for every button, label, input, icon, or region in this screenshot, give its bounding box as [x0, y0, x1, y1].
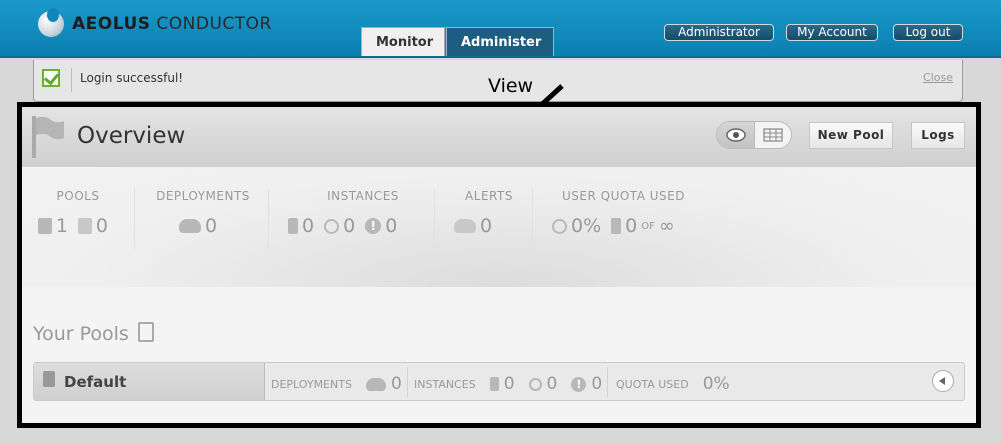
pool-quota: QUOTA USED 0%	[616, 374, 730, 394]
stat-alerts: ALERTS 0	[454, 189, 524, 237]
stat-alerts-label: ALERTS	[465, 189, 513, 203]
pool-row[interactable]: Default DEPLOYMENTS 0 INSTANCES 0 0 ! 0 …	[33, 362, 965, 401]
pool-icon	[43, 371, 55, 387]
pools-section: Your Pools Default DEPLOYMENTS 0 INSTANC…	[22, 287, 976, 423]
cloud-icon	[178, 219, 201, 233]
aeolus-logo[interactable]: AEOLUS CONDUCTOR	[38, 8, 272, 37]
stat-divider	[134, 189, 135, 249]
quota-gauge-icon	[552, 218, 567, 234]
overview-panel: Overview New Pool Logs POOLS 1 0 DEPLOYM…	[17, 102, 981, 428]
instance-running-icon	[288, 218, 298, 234]
stat-deployments-values: 0	[148, 215, 258, 237]
stat-quota-count: 0	[625, 215, 638, 237]
stat-divider	[268, 189, 269, 249]
pool-stat-divider	[407, 367, 408, 397]
overview-toolbar: Overview New Pool Logs	[22, 107, 976, 167]
pool-instances-failed: 0	[591, 374, 603, 394]
stat-instances-pending: 0	[343, 215, 356, 237]
logout-button[interactable]: Log out	[893, 24, 963, 41]
stat-pools-empty-count: 0	[95, 215, 108, 237]
top-header: AEOLUS CONDUCTOR Monitor Administer Admi…	[0, 0, 1001, 58]
pool-instances: INSTANCES 0 0 ! 0	[414, 374, 602, 394]
stat-instances-running: 0	[302, 215, 315, 237]
stat-instances: INSTANCES 0 0 ! 0	[288, 189, 438, 237]
pool-name-cell[interactable]: Default	[34, 363, 265, 400]
stat-pools-label: POOLS	[56, 189, 100, 203]
stat-deployments-label: DEPLOYMENTS	[156, 189, 250, 203]
stat-pools-count: 1	[55, 215, 68, 237]
pool-deployments-label: DEPLOYMENTS	[271, 377, 352, 391]
pools-section-title: Your Pools	[33, 323, 129, 345]
logo-text: AEOLUS CONDUCTOR	[72, 14, 272, 34]
stat-divider	[532, 189, 533, 249]
aeolus-logo-icon	[38, 8, 64, 37]
success-check-icon	[42, 69, 60, 87]
stat-instances-failed: 0	[385, 215, 398, 237]
stat-instances-label: INSTANCES	[327, 189, 399, 203]
instance-running-icon	[489, 377, 499, 391]
view-toggle	[716, 121, 792, 149]
stat-quota-values: 0% 0 OF ∞	[552, 215, 732, 237]
stat-instances-values: 0 0 ! 0	[288, 215, 438, 237]
stat-alerts-count: 0	[480, 215, 493, 237]
stat-quota-limit: ∞	[658, 215, 675, 237]
stat-quota-label: USER QUOTA USED	[562, 189, 685, 203]
logo-rest-text: CONDUCTOR	[156, 14, 272, 34]
stat-deployments-count: 0	[204, 215, 218, 237]
flash-text: Login successful!	[80, 71, 184, 85]
instance-failed-icon: !	[571, 376, 587, 392]
stat-divider	[434, 189, 435, 249]
new-pool-button[interactable]: New Pool	[809, 122, 893, 149]
instance-pending-icon	[528, 377, 542, 391]
flash-close-link[interactable]: Close	[923, 71, 953, 84]
stat-alerts-values: 0	[454, 215, 524, 237]
stat-quota-of: OF	[641, 220, 655, 232]
cloud-icon	[365, 377, 386, 391]
pools-icon	[138, 322, 154, 342]
pool-icon	[38, 218, 52, 234]
alert-cloud-icon	[454, 219, 476, 233]
administrator-button[interactable]: Administrator	[664, 24, 774, 41]
pool-deployments-count: 0	[390, 374, 402, 394]
pool-quota-label: QUOTA USED	[616, 377, 689, 391]
pool-name[interactable]: Default	[64, 373, 126, 391]
stat-quota: USER QUOTA USED 0% 0 OF ∞	[552, 189, 732, 237]
tab-monitor[interactable]: Monitor	[361, 27, 445, 56]
logo-bold-text: AEOLUS	[72, 14, 151, 34]
pool-instances-label: INSTANCES	[414, 377, 476, 391]
stats-summary: POOLS 1 0 DEPLOYMENTS 0 INSTANCES 0 0 ! …	[22, 167, 976, 287]
collapse-arrow-icon[interactable]	[932, 370, 954, 392]
stat-quota-percent: 0%	[571, 215, 602, 237]
flash-divider	[71, 68, 72, 92]
instance-pending-icon	[324, 218, 340, 234]
pool-quota-percent: 0%	[702, 374, 730, 394]
pool-stat-divider	[607, 367, 608, 397]
my-account-button[interactable]: My Account	[786, 24, 878, 41]
eye-icon	[726, 128, 746, 142]
tab-administer[interactable]: Administer	[446, 27, 554, 56]
stat-pools-values: 1 0	[38, 215, 118, 237]
flag-icon	[32, 116, 64, 158]
pool-instances-running: 0	[503, 374, 515, 394]
stat-pools: POOLS 1 0	[38, 189, 118, 237]
pool-instances-pending: 0	[546, 374, 558, 394]
empty-pool-icon	[78, 218, 92, 234]
logs-button[interactable]: Logs	[911, 122, 965, 149]
instance-failed-icon: !	[365, 218, 382, 234]
pool-deployments: DEPLOYMENTS 0	[271, 374, 402, 394]
page-title: Overview	[77, 123, 186, 149]
quota-instance-icon	[611, 218, 622, 234]
overview-view-button[interactable]	[717, 122, 755, 148]
grid-icon	[763, 128, 783, 142]
table-view-button[interactable]	[755, 122, 791, 148]
stat-deployments: DEPLOYMENTS 0	[148, 189, 258, 237]
